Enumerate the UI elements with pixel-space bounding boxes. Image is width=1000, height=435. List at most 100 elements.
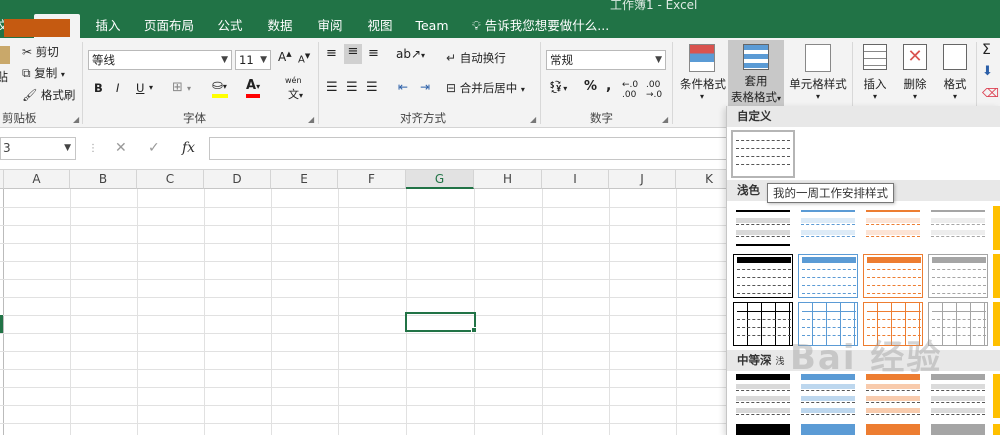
column-header-c[interactable]: C xyxy=(137,170,204,189)
active-cell-g8[interactable] xyxy=(405,312,476,332)
align-left-icon[interactable]: ☰ xyxy=(326,80,338,95)
wrap-text-button[interactable]: ↵ 自动换行 xyxy=(446,50,506,66)
column-header-g[interactable]: G xyxy=(406,170,474,189)
table-style-light-9[interactable] xyxy=(798,254,858,298)
table-style-light-8[interactable] xyxy=(733,254,793,298)
column-header-d[interactable]: D xyxy=(204,170,271,189)
paste-icon xyxy=(0,46,10,64)
merge-center-button[interactable]: ⊟ 合并后居中 ▾ xyxy=(446,80,525,96)
format-as-table-button[interactable]: 套用 表格格式▾ xyxy=(728,40,784,108)
table-style-light-1[interactable] xyxy=(733,206,793,250)
table-style-light-2[interactable] xyxy=(798,206,858,250)
decrease-indent-icon[interactable]: ⇤ xyxy=(398,80,408,94)
tell-me-box[interactable]: 💡︎ 告诉我您想要做什么... xyxy=(472,14,609,38)
grow-font-button[interactable]: A▲ xyxy=(278,50,292,64)
table-style-medium-8[interactable] xyxy=(736,424,790,435)
clipboard-launcher-icon[interactable]: ◢ xyxy=(73,115,79,124)
chevron-down-icon: ▼ xyxy=(260,55,267,65)
copy-button[interactable]: ⧉ 复制 ▾ xyxy=(22,65,65,81)
cancel-icon[interactable]: ✕ xyxy=(115,137,127,160)
align-bottom-icon[interactable]: ≡ xyxy=(368,46,379,61)
table-style-medium-5[interactable] xyxy=(993,374,1000,418)
table-style-light-4[interactable] xyxy=(928,206,988,250)
font-launcher-icon[interactable]: ◢ xyxy=(308,115,314,124)
underline-button[interactable]: U xyxy=(136,81,144,95)
table-style-light-5[interactable] xyxy=(993,206,1000,250)
increase-decimal-icon[interactable]: ←.0.00 xyxy=(622,80,638,100)
table-style-light-10[interactable] xyxy=(863,254,923,298)
format-cells-button[interactable]: 格式 ▾ xyxy=(938,42,972,101)
column-header-j[interactable]: J xyxy=(609,170,676,189)
column-header-a[interactable]: A xyxy=(4,170,70,189)
table-style-medium-3[interactable] xyxy=(863,374,923,418)
cell-styles-button[interactable]: 单元格样式 ▾ xyxy=(786,40,850,106)
phonetic-button[interactable]: wén xyxy=(285,76,302,85)
table-style-medium-2[interactable] xyxy=(798,374,858,418)
watermark-logo: Bai 经验 xyxy=(790,338,943,378)
tab-review[interactable]: 审阅 xyxy=(310,14,350,38)
table-style-light-15[interactable] xyxy=(733,302,793,346)
align-right-icon[interactable]: ☰ xyxy=(366,80,378,95)
tab-team[interactable]: Team xyxy=(410,14,454,38)
custom-table-style[interactable] xyxy=(731,130,795,178)
insert-function-icon[interactable]: fx xyxy=(182,137,195,160)
format-painter-button[interactable]: 🖌︎ 格式刷 xyxy=(22,87,75,103)
delete-icon: ✕ xyxy=(903,44,927,70)
column-header-b[interactable]: B xyxy=(70,170,137,189)
table-style-light-3[interactable] xyxy=(863,206,923,250)
column-header-i[interactable]: I xyxy=(542,170,609,189)
tab-insert[interactable]: 插入 xyxy=(88,14,128,38)
fill-down-icon[interactable]: ⬇ xyxy=(982,64,993,79)
number-format-combo[interactable]: 常规 ▼ xyxy=(546,50,666,70)
table-style-light-11[interactable] xyxy=(928,254,988,298)
table-style-medium-11[interactable] xyxy=(931,424,985,435)
tab-view[interactable]: 视图 xyxy=(360,14,400,38)
conditional-format-button[interactable]: 条件格式 ▾ xyxy=(680,40,726,106)
align-middle-icon[interactable]: ≡ xyxy=(344,44,362,64)
table-style-medium-1[interactable] xyxy=(733,374,793,418)
table-style-medium-4[interactable] xyxy=(928,374,988,418)
percent-button[interactable]: % xyxy=(584,79,597,94)
delete-cells-button[interactable]: ✕ 删除 ▾ xyxy=(898,42,932,101)
cut-button[interactable]: ✂ 剪切 xyxy=(22,44,59,60)
table-style-medium-12[interactable] xyxy=(993,424,1000,435)
shrink-font-button[interactable]: A▼ xyxy=(298,52,310,65)
font-color-button[interactable]: A▾ xyxy=(246,78,260,93)
fill-color-button[interactable]: ⛀▾ xyxy=(212,78,227,93)
tab-data[interactable]: 数据 xyxy=(260,14,300,38)
comma-button[interactable]: , xyxy=(606,78,611,94)
cell-a1-filled[interactable] xyxy=(4,19,70,37)
font-size-combo[interactable]: 11 ▼ xyxy=(235,50,271,70)
fill-handle[interactable] xyxy=(471,327,477,333)
currency-icon[interactable]: 💱︎▾ xyxy=(548,80,567,94)
paste-button[interactable]: 贴 xyxy=(0,68,8,85)
tab-page-layout[interactable]: 页面布局 xyxy=(140,14,198,38)
style-tooltip: 我的一周工作安排样式 xyxy=(767,183,894,203)
insert-cells-button[interactable]: 插入 ▾ xyxy=(858,42,892,101)
table-style-light-12[interactable] xyxy=(993,254,1000,298)
alignment-launcher-icon[interactable]: ◢ xyxy=(530,115,536,124)
autosum-icon[interactable]: Σ xyxy=(982,42,991,58)
column-header-e[interactable]: E xyxy=(271,170,338,189)
column-header-h[interactable]: H xyxy=(474,170,542,189)
column-header-f[interactable]: F xyxy=(338,170,406,189)
border-icon[interactable]: ⊞ ▾ xyxy=(172,80,191,95)
bold-button[interactable]: B xyxy=(94,81,103,95)
name-box[interactable]: 3 ▼ xyxy=(0,137,76,160)
italic-button[interactable]: I xyxy=(116,81,119,95)
align-top-icon[interactable]: ≡ xyxy=(326,46,337,61)
table-style-medium-9[interactable] xyxy=(801,424,855,435)
enter-icon[interactable]: ✓ xyxy=(148,137,160,160)
table-style-light-19[interactable] xyxy=(993,302,1000,346)
align-center-icon[interactable]: ☰ xyxy=(346,80,358,95)
increase-indent-icon[interactable]: ⇥ xyxy=(420,80,430,94)
decrease-decimal-icon[interactable]: .00 →.0 xyxy=(646,80,662,100)
number-launcher-icon[interactable]: ◢ xyxy=(662,115,668,124)
font-name-combo[interactable]: 等线 ▼ xyxy=(88,50,232,70)
table-style-medium-10[interactable] xyxy=(866,424,920,435)
table-format-icon xyxy=(743,44,769,70)
eraser-icon[interactable]: ⌫ xyxy=(982,86,999,100)
tab-formulas[interactable]: 公式 xyxy=(210,14,250,38)
underline-dropdown-icon[interactable]: ▾ xyxy=(149,83,153,92)
orientation-icon[interactable]: ab↗▾ xyxy=(396,47,425,61)
